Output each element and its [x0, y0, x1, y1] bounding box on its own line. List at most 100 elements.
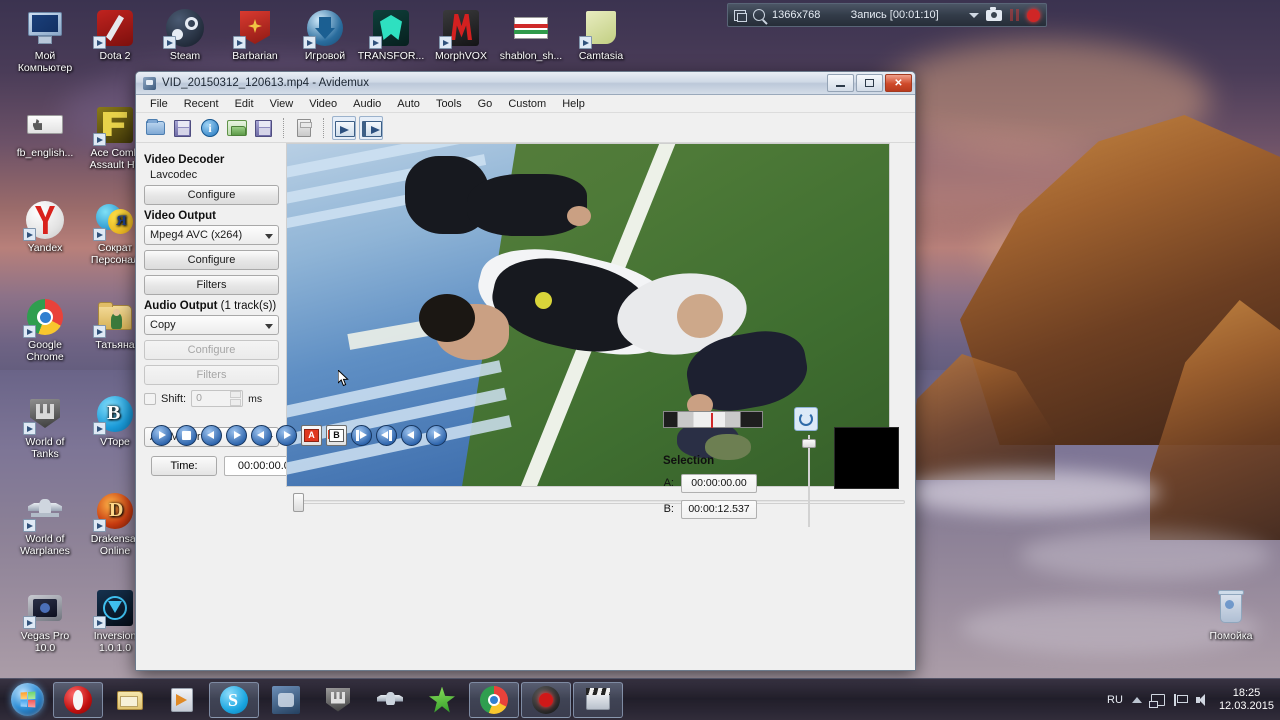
record-icon[interactable]	[1027, 8, 1041, 22]
video-output-filters-button[interactable]: Filters	[144, 275, 279, 295]
next-frame-button[interactable]	[226, 424, 247, 446]
audio-output-configure-button[interactable]: Configure	[144, 340, 279, 360]
desktop-icon-my-computer[interactable]: Мой Компьютер	[6, 8, 84, 74]
camtasia-taskbar-button[interactable]	[573, 681, 623, 718]
desktop-icon-recycle-bin[interactable]: Помойка	[1192, 588, 1270, 643]
volume-slider[interactable]	[802, 434, 816, 527]
menu-item-recent[interactable]: Recent	[176, 96, 227, 112]
previous-black-frame-button[interactable]	[351, 424, 372, 446]
stop-button[interactable]	[176, 424, 197, 446]
record-taskbar-button[interactable]	[521, 681, 571, 718]
desktop-icon-world-of-warplanes[interactable]: World of Warplanes	[6, 491, 84, 557]
desktop-icon-steam[interactable]: Steam	[146, 8, 224, 63]
seek-slider-handle[interactable]	[293, 493, 304, 512]
selection-b-field[interactable]: 00:00:12.537	[681, 499, 757, 519]
camera-icon[interactable]	[986, 7, 1003, 21]
audio-shift-stepper[interactable]: 0	[191, 390, 244, 407]
desktop-icon-transformers[interactable]: TRANSFOR...	[352, 8, 430, 63]
refresh-button[interactable]	[794, 406, 818, 431]
menu-item-video[interactable]: Video	[301, 96, 345, 112]
skype-taskbar-button[interactable]: S	[209, 681, 259, 718]
pause-icon[interactable]	[1009, 9, 1020, 21]
desktop-icon-morphvox[interactable]: MorphVOX	[422, 8, 500, 63]
close-button[interactable]: ✕	[885, 74, 912, 92]
opera-taskbar-button[interactable]	[53, 681, 103, 718]
forward-button[interactable]	[276, 424, 297, 446]
rewind-button[interactable]	[251, 424, 272, 446]
open-file-icon[interactable]	[144, 116, 168, 140]
menu-item-tools[interactable]: Tools	[428, 96, 470, 112]
info-icon[interactable]	[198, 116, 222, 140]
selection-a-row: A: 00:00:00.00	[663, 473, 783, 493]
save-file-icon[interactable]	[171, 116, 195, 140]
next-keyframe-button[interactable]	[426, 424, 447, 446]
desktop-icon-world-of-tanks[interactable]: World of Tanks	[6, 394, 84, 460]
open-project-icon[interactable]	[225, 116, 249, 140]
desktop-icon-yandex[interactable]: Yandex	[6, 200, 84, 255]
calculator-icon[interactable]	[292, 116, 316, 140]
mark-a-button[interactable]: A	[301, 424, 322, 446]
audio-output-filters-button[interactable]: Filters	[144, 365, 279, 385]
language-indicator[interactable]: RU	[1107, 694, 1123, 706]
frame-navigator-strip[interactable]	[663, 410, 763, 428]
chrome-taskbar-button[interactable]	[469, 681, 519, 718]
desktop-icon-vegas-pro[interactable]: Vegas Pro 10.0	[6, 588, 84, 654]
shortcut-arrow-icon	[23, 422, 36, 435]
stepper-down-icon[interactable]	[230, 399, 242, 406]
menu-item-edit[interactable]: Edit	[227, 96, 262, 112]
export-icon[interactable]	[359, 115, 383, 140]
desktop-icon-fb-english[interactable]: fb_english...	[6, 105, 84, 160]
desktop-icon-shablon[interactable]: shablon_sh...	[492, 8, 570, 63]
menu-item-auto[interactable]: Auto	[389, 96, 428, 112]
world-of-tanks-taskbar-button[interactable]	[313, 682, 363, 718]
menu-item-view[interactable]: View	[262, 96, 302, 112]
save-project-icon[interactable]	[252, 116, 276, 140]
previous-frame-button[interactable]	[201, 424, 222, 446]
menu-item-custom[interactable]: Custom	[500, 96, 554, 112]
time-button[interactable]: Time:	[151, 455, 217, 476]
video-decoder-configure-button[interactable]: Configure	[144, 185, 279, 205]
menu-item-audio[interactable]: Audio	[345, 96, 389, 112]
mark-b-button[interactable]: B	[326, 424, 347, 446]
append-icon[interactable]	[332, 115, 356, 140]
selection-a-field[interactable]: 00:00:00.00	[681, 473, 757, 493]
explorer-taskbar-button[interactable]	[105, 682, 155, 718]
menu-item-help[interactable]: Help	[554, 96, 593, 112]
chevron-down-icon[interactable]	[969, 12, 980, 18]
previous-keyframe-button[interactable]	[401, 424, 422, 446]
video-output-configure-button[interactable]: Configure	[144, 250, 279, 270]
video-output-codec-select[interactable]: Mpeg4 AVC (x264)	[144, 225, 279, 245]
audio-shift-checkbox[interactable]	[144, 392, 156, 405]
menu-item-file[interactable]: File	[142, 96, 176, 112]
next-black-frame-button[interactable]	[376, 424, 397, 446]
show-hidden-icon[interactable]	[1131, 696, 1142, 703]
desktop-icon-barbarian[interactable]: Barbarian	[216, 8, 294, 63]
recycle-bin-icon	[1211, 588, 1251, 628]
desktop-icon-camtasia[interactable]: Camtasia	[562, 8, 640, 63]
play-button[interactable]	[151, 424, 172, 446]
menu-item-go[interactable]: Go	[470, 96, 501, 112]
window-titlebar[interactable]: VID_20150312_120613.mp4 - Avidemux ✕	[136, 72, 915, 95]
volume-slider-handle[interactable]	[802, 438, 816, 448]
audio-output-mode-select[interactable]: Copy	[144, 315, 279, 335]
mark-b-label: B	[329, 428, 344, 442]
network-icon[interactable]	[1148, 693, 1165, 708]
minimize-button[interactable]	[827, 74, 854, 92]
start-button[interactable]	[2, 680, 52, 720]
ace-combat-icon	[93, 105, 135, 146]
star-taskbar-button[interactable]	[417, 682, 467, 718]
world-of-warplanes-taskbar-button[interactable]	[365, 682, 415, 718]
video-output-heading: Video Output	[144, 210, 216, 222]
clock[interactable]: 18:25 12.03.2015	[1219, 687, 1274, 713]
flag-icon[interactable]	[1173, 693, 1188, 706]
game-taskbar-button[interactable]	[261, 682, 311, 718]
stepper-up-icon[interactable]	[230, 391, 242, 398]
maximize-button[interactable]	[856, 74, 883, 92]
volume-icon[interactable]	[1195, 693, 1210, 706]
desktop-icon-dota-2[interactable]: Dota 2	[76, 8, 154, 63]
magnifier-icon[interactable]	[753, 9, 765, 21]
media-player-taskbar-button[interactable]	[157, 682, 207, 718]
desktop-icon-google-chrome[interactable]: Google Chrome	[6, 297, 84, 363]
window-icon[interactable]	[734, 9, 747, 22]
camtasia-recorder-bar[interactable]: 1366x768 Запись [00:01:10]	[727, 3, 1047, 27]
